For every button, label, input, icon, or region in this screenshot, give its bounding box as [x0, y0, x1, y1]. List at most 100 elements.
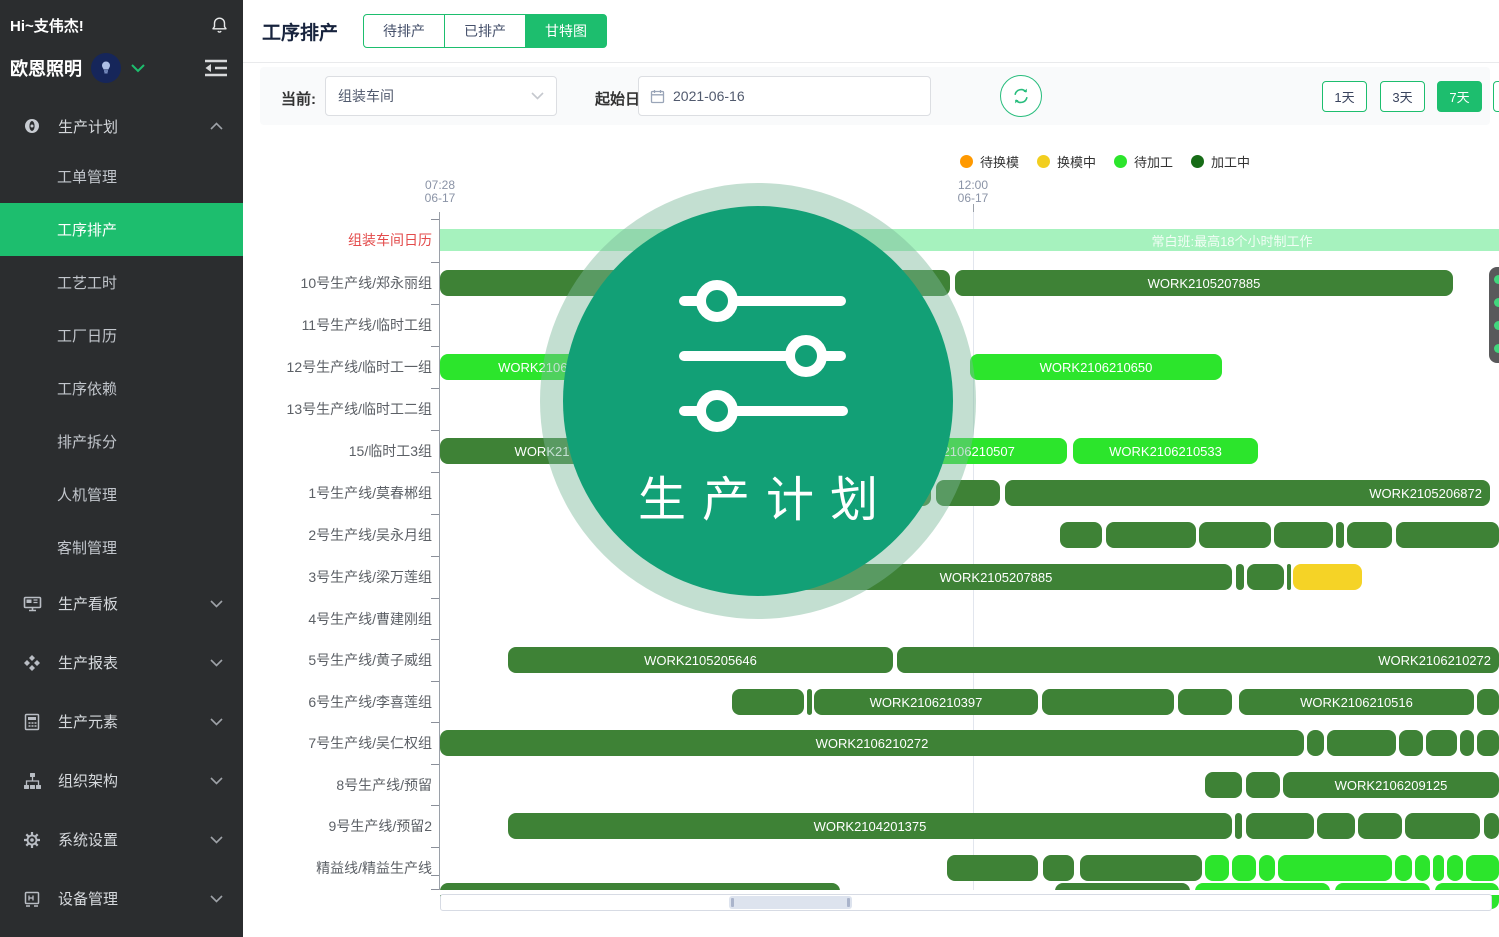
gantt-bar[interactable] — [1395, 855, 1412, 881]
gantt-bar[interactable] — [1426, 730, 1457, 756]
gantt-bar[interactable] — [1205, 855, 1229, 881]
gantt-bar[interactable] — [1460, 730, 1474, 756]
sidebar-item-工序依赖[interactable]: 工序依赖 — [0, 362, 243, 415]
bell-icon[interactable] — [210, 16, 229, 35]
gantt-bar[interactable] — [1043, 855, 1074, 881]
gantt-bar[interactable] — [1246, 772, 1280, 798]
start-date-input[interactable]: 2021-06-16 — [638, 76, 931, 116]
row-label: 5号生产线/黄子威组 — [250, 650, 432, 670]
gantt-bar[interactable] — [1199, 522, 1271, 548]
row-tickmark — [431, 875, 439, 876]
gantt-bar[interactable] — [1246, 813, 1314, 839]
gantt-bar[interactable]: WORK2104201375 — [508, 813, 1232, 839]
chevron-down-icon — [210, 836, 223, 844]
gantt-bar[interactable] — [1080, 855, 1202, 881]
gantt-bar[interactable]: WORK2106210397 — [814, 689, 1038, 715]
top-bar: 工序排产 待排产已排产甘特图 — [243, 0, 1499, 63]
row-tickmark — [431, 304, 439, 305]
production-plan-overlay: 生产计划 — [563, 206, 953, 596]
avatar[interactable] — [91, 53, 121, 83]
gantt-bar[interactable] — [1178, 689, 1232, 715]
sidebar-section-label: 生产元素 — [58, 711, 118, 732]
gantt-bar[interactable] — [1347, 522, 1392, 548]
gantt-bar[interactable] — [1106, 522, 1196, 548]
sidebar-item-人机管理[interactable]: 人机管理 — [0, 468, 243, 521]
gantt-bar[interactable]: WORK2106209125 — [1283, 772, 1499, 798]
sidebar-section-生产报表[interactable]: 生产报表 — [0, 633, 243, 692]
gantt-bar[interactable]: WORK2105205646 — [508, 647, 893, 673]
gantt-bar[interactable] — [1274, 522, 1333, 548]
sidebar-item-客制管理[interactable]: 客制管理 — [0, 521, 243, 574]
gantt-bar[interactable]: WORK2106210272 — [897, 647, 1499, 673]
gantt-bar[interactable] — [1060, 522, 1102, 548]
gantt-bar[interactable] — [1232, 855, 1256, 881]
gantt-bar[interactable]: WORK2106210516 — [1239, 689, 1474, 715]
sidebar-section-生产计划[interactable]: 生产计划 — [0, 102, 243, 150]
scrollbar-thumb[interactable] — [729, 896, 852, 909]
floating-side-widget[interactable] — [1489, 267, 1499, 363]
sidebar-section-组织架构[interactable]: 组织架构 — [0, 751, 243, 810]
status-legend: 待换模换模中待加工加工中 — [960, 152, 1250, 171]
sidebar-section-系统设置[interactable]: 系统设置 — [0, 810, 243, 869]
gantt-bar[interactable] — [1236, 564, 1244, 590]
sidebar-item-工艺工时[interactable]: 工艺工时 — [0, 256, 243, 309]
chevron-down-icon[interactable] — [131, 64, 145, 73]
workshop-select[interactable]: 组装车间 — [325, 76, 557, 116]
gantt-bar[interactable] — [1399, 730, 1423, 756]
gantt-bar[interactable] — [1484, 813, 1499, 839]
gantt-bar[interactable] — [1396, 522, 1499, 548]
sidebar-section-设备管理[interactable]: 设备管理 — [0, 869, 243, 928]
gantt-bar[interactable] — [1235, 813, 1242, 839]
sidebar-item-工厂日历[interactable]: 工厂日历 — [0, 309, 243, 362]
gantt-bar[interactable] — [1287, 564, 1291, 590]
sidebar-item-工序排产[interactable]: 工序排产 — [0, 203, 243, 256]
sidebar-item-排产拆分[interactable]: 排产拆分 — [0, 415, 243, 468]
chevron-down-icon — [210, 659, 223, 667]
gantt-bar[interactable] — [1433, 855, 1444, 881]
gantt-bar[interactable]: WORK2105207885 — [955, 270, 1453, 296]
gantt-bar[interactable] — [1278, 855, 1392, 881]
chevron-up-icon — [210, 122, 223, 130]
gantt-bar[interactable]: WORK2105206872 — [1005, 480, 1490, 506]
sidebar-section-label: 组织架构 — [58, 770, 118, 791]
collapse-menu-icon[interactable] — [203, 57, 229, 79]
gantt-bar[interactable] — [1477, 689, 1499, 715]
gantt-bar[interactable] — [1247, 564, 1284, 590]
sidebar-section-生产元素[interactable]: 生产元素 — [0, 692, 243, 751]
gantt-bar[interactable] — [1415, 855, 1430, 881]
range-button-3天[interactable]: 3天 — [1380, 81, 1425, 112]
refresh-icon — [1011, 86, 1031, 106]
gantt-bar[interactable]: WORK2106210650 — [970, 354, 1222, 380]
sidebar-section-生产看板[interactable]: 生产看板 — [0, 574, 243, 633]
gantt-bar[interactable] — [1259, 855, 1275, 881]
tab-待排产[interactable]: 待排产 — [363, 14, 445, 48]
gantt-bar[interactable]: WORK2106210533 — [1073, 438, 1258, 464]
range-button-partial[interactable] — [1493, 81, 1499, 112]
range-button-7天[interactable]: 7天 — [1437, 81, 1482, 112]
gantt-bar[interactable] — [807, 689, 812, 715]
sidebar-item-工单管理[interactable]: 工单管理 — [0, 150, 243, 203]
refresh-button[interactable] — [1000, 75, 1042, 117]
gantt-bar[interactable] — [1336, 522, 1344, 548]
gantt-bar[interactable]: WORK2106210272 — [440, 730, 1304, 756]
gantt-bar-label: WORK2106210272 — [1378, 653, 1491, 668]
range-button-1天[interactable]: 1天 — [1322, 81, 1367, 112]
gantt-bar[interactable] — [1317, 813, 1355, 839]
gantt-bar[interactable] — [1466, 855, 1499, 881]
gantt-bar[interactable] — [1358, 813, 1402, 839]
gantt-bar[interactable] — [947, 855, 1038, 881]
gantt-bar[interactable] — [1405, 813, 1480, 839]
gantt-bar[interactable] — [1477, 730, 1499, 756]
gantt-bar[interactable] — [1205, 772, 1242, 798]
gantt-bar[interactable] — [1327, 730, 1396, 756]
axis-tick — [973, 204, 974, 212]
tab-已排产[interactable]: 已排产 — [444, 14, 526, 48]
gantt-bar[interactable] — [1447, 855, 1463, 881]
horizontal-scrollbar[interactable] — [440, 894, 1492, 911]
gantt-bar[interactable] — [1307, 730, 1324, 756]
gantt-bar[interactable] — [732, 689, 804, 715]
gantt-bar[interactable] — [1042, 689, 1174, 715]
row-tickmark — [431, 472, 439, 473]
tab-甘特图[interactable]: 甘特图 — [525, 14, 607, 48]
gantt-bar[interactable] — [1293, 564, 1362, 590]
